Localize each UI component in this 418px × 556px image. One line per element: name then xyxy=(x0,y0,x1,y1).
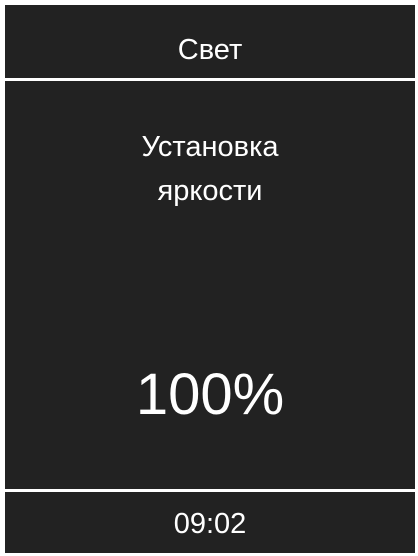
footer-divider xyxy=(5,489,415,492)
menu-title: Свет xyxy=(177,34,243,66)
brightness-value: 100% xyxy=(135,362,285,427)
device-screen: Свет Установка яркости 100% 09:02 xyxy=(5,5,415,553)
setting-label-line-2: яркости xyxy=(157,175,263,207)
setting-label: Установка яркости xyxy=(5,125,415,213)
clock-time: 09:02 xyxy=(173,508,247,540)
header-divider xyxy=(5,78,415,81)
setting-label-line-1: Установка xyxy=(141,131,279,163)
